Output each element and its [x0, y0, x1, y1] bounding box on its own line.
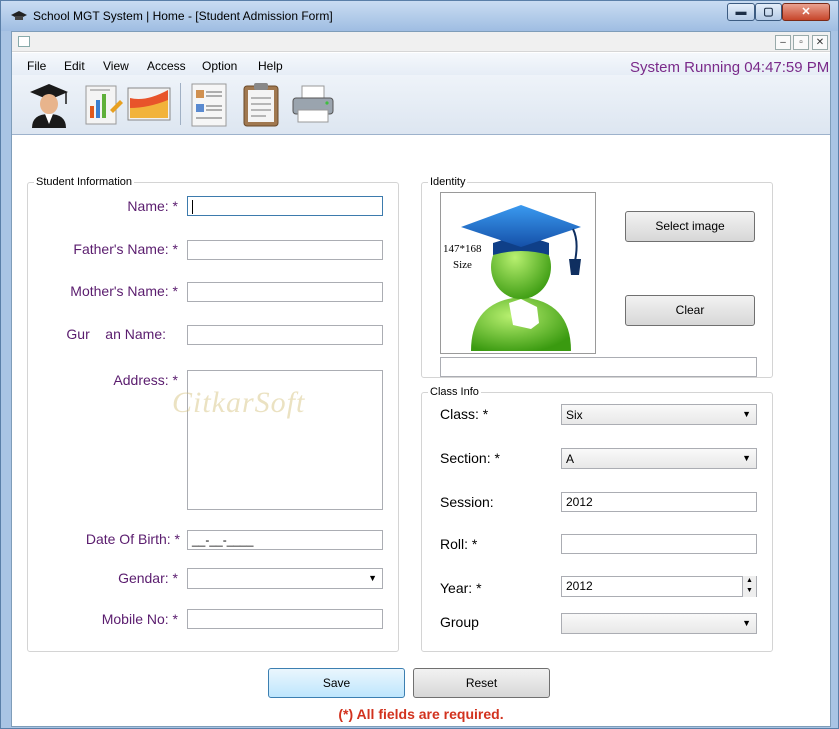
- required-fields-note: (*) All fields are required.: [338, 706, 504, 722]
- mdi-client: – ▫ ✕ File Edit View Access Option Help …: [11, 31, 831, 727]
- father-name-label: Father's Name: *: [73, 241, 178, 257]
- graduation-cap-icon: [11, 11, 27, 20]
- system-running-status: System Running 04:47:59 PM: [630, 59, 830, 76]
- mobile-no-input[interactable]: [187, 609, 383, 629]
- clipboard-icon[interactable]: [238, 80, 284, 128]
- menu-access[interactable]: Access: [147, 59, 186, 73]
- child-minimize-button[interactable]: –: [775, 35, 791, 50]
- student-icon[interactable]: [26, 80, 72, 128]
- gender-select[interactable]: ▼: [187, 568, 383, 589]
- image-path-input[interactable]: [440, 357, 757, 377]
- form-icon: [18, 36, 30, 47]
- father-name-input[interactable]: [187, 240, 383, 260]
- report-icon[interactable]: [80, 80, 126, 128]
- mdi-child-bar: – ▫ ✕: [12, 32, 830, 52]
- menu-bar: File Edit View Access Option Help System…: [12, 53, 830, 76]
- menu-help[interactable]: Help: [258, 59, 283, 73]
- menu-file[interactable]: File: [27, 59, 46, 73]
- student-avatar-icon: [461, 205, 581, 351]
- section-select[interactable]: A ▼: [561, 448, 757, 469]
- child-restore-button[interactable]: ▫: [793, 35, 809, 50]
- title-bar[interactable]: School MGT System | Home - [Student Admi…: [1, 1, 838, 31]
- document-icon[interactable]: [186, 80, 232, 128]
- save-button[interactable]: Save: [268, 668, 405, 698]
- app-window: School MGT System | Home - [Student Admi…: [0, 0, 839, 729]
- identity-title: Identity: [428, 176, 468, 188]
- toolbar: [12, 75, 830, 135]
- dropdown-arrow-icon: ▼: [742, 409, 751, 419]
- photo-size-text: 147*168: [443, 243, 482, 255]
- mother-name-input[interactable]: [187, 282, 383, 302]
- menu-edit[interactable]: Edit: [64, 59, 85, 73]
- year-label: Year: *: [440, 580, 482, 596]
- year-spinner[interactable]: 2012 ▲ ▼: [561, 576, 757, 597]
- student-admission-form: Student Information Name: * Father's Nam…: [12, 136, 830, 726]
- photo-size-sub: Size: [453, 259, 472, 271]
- guardian-name-label: Gur an Name:: [66, 326, 166, 342]
- student-information-title: Student Information: [34, 176, 135, 188]
- group-select[interactable]: ▼: [561, 613, 757, 634]
- class-select[interactable]: Six ▼: [561, 404, 757, 425]
- toolbar-separator: [180, 83, 181, 125]
- roll-label: Roll: *: [440, 536, 478, 552]
- chart-icon[interactable]: [126, 80, 172, 128]
- session-label: Session:: [440, 494, 494, 510]
- date-of-birth-label: Date Of Birth: *: [85, 531, 180, 547]
- dropdown-arrow-icon: ▼: [742, 618, 751, 628]
- class-info-title: Class Info: [428, 386, 481, 398]
- section-label: Section: *: [440, 450, 500, 466]
- name-label: Name: *: [127, 198, 178, 214]
- dropdown-arrow-icon: ▼: [742, 453, 751, 463]
- printer-icon[interactable]: [290, 80, 336, 128]
- guardian-name-input[interactable]: [187, 325, 383, 345]
- name-input[interactable]: [187, 196, 383, 216]
- minimize-button[interactable]: ▬: [727, 3, 755, 21]
- reset-button[interactable]: Reset: [413, 668, 550, 698]
- class-label: Class: *: [440, 406, 489, 422]
- roll-input[interactable]: [561, 534, 757, 554]
- watermark-text: CitkarSoft: [172, 386, 306, 419]
- select-image-button[interactable]: Select image: [625, 211, 755, 242]
- text-caret: [192, 199, 193, 214]
- group-label: Group: [440, 614, 479, 630]
- clear-image-button[interactable]: Clear: [625, 295, 755, 326]
- date-of-birth-input[interactable]: __-__-____: [187, 530, 383, 550]
- close-button[interactable]: ✕: [782, 3, 830, 21]
- mother-name-label: Mother's Name: *: [70, 283, 178, 299]
- maximize-button[interactable]: ▢: [755, 3, 782, 21]
- address-label: Address: *: [113, 372, 178, 388]
- child-close-button[interactable]: ✕: [812, 35, 828, 50]
- menu-option[interactable]: Option: [202, 59, 237, 73]
- mobile-no-label: Mobile No: *: [101, 611, 178, 627]
- gender-label: Gendar: *: [118, 570, 178, 586]
- menu-view[interactable]: View: [103, 59, 129, 73]
- dropdown-arrow-icon: ▼: [368, 573, 377, 583]
- student-photo-box[interactable]: 147*168 Size: [440, 192, 596, 354]
- session-input[interactable]: 2012: [561, 492, 757, 512]
- spinner-arrows-icon[interactable]: ▲ ▼: [742, 576, 756, 597]
- window-title: School MGT System | Home - [Student Admi…: [33, 9, 333, 23]
